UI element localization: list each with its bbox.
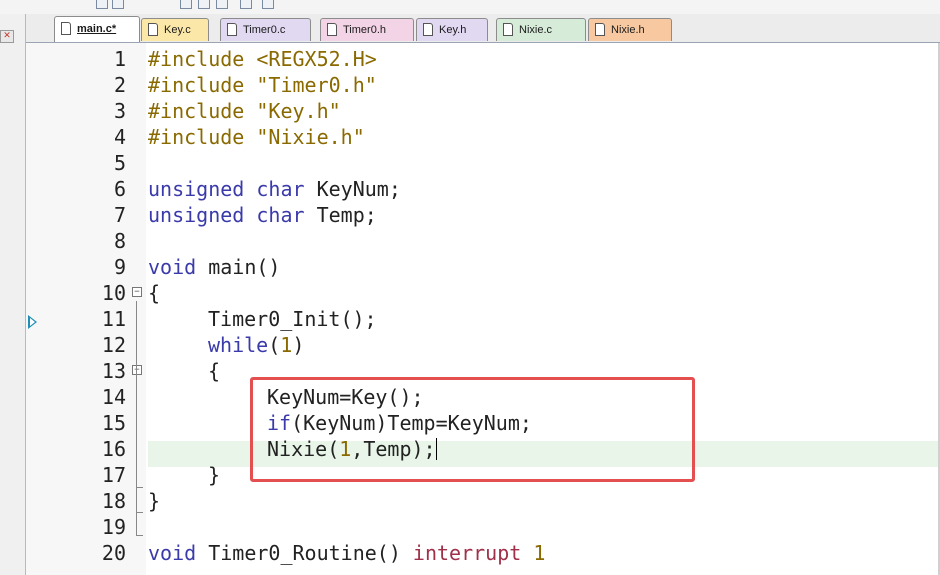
code-line[interactable]: 10 − { bbox=[26, 280, 940, 306]
fold-toggle-icon[interactable]: − bbox=[132, 287, 142, 297]
dropdown-icon[interactable] bbox=[96, 0, 108, 9]
file-icon bbox=[503, 23, 513, 36]
code-text: #include "Key.h" bbox=[148, 99, 341, 123]
code-text: #include "Timer0.h" bbox=[148, 73, 377, 97]
line-number: 17 bbox=[101, 463, 126, 487]
line-number: 1 bbox=[113, 47, 126, 71]
diamond-icon[interactable] bbox=[216, 0, 228, 9]
code-text: { bbox=[208, 359, 221, 383]
line-number: 7 bbox=[113, 203, 126, 227]
code-text: unsigned char Temp; bbox=[148, 203, 377, 227]
line-number: 10 bbox=[101, 281, 126, 305]
code-text: Timer0_Init(); bbox=[208, 307, 377, 331]
tab-main-c[interactable]: main.c* bbox=[54, 16, 140, 42]
line-number: 6 bbox=[113, 177, 126, 201]
code-line[interactable]: 8 bbox=[26, 228, 940, 254]
code-text: #include <REGX52.H> bbox=[148, 47, 377, 71]
tab-label: Timer0.c bbox=[243, 24, 286, 36]
fold-guide-end bbox=[136, 487, 143, 488]
tab-label: Key.c bbox=[164, 24, 191, 36]
tool-icon[interactable] bbox=[112, 0, 124, 9]
file-icon bbox=[227, 23, 237, 36]
code-text: { bbox=[148, 281, 161, 305]
tab-key-c[interactable]: Key.c bbox=[141, 18, 209, 41]
line-number: 3 bbox=[113, 99, 126, 123]
copy-icon[interactable] bbox=[198, 0, 210, 9]
code-text: #include "Nixie.h" bbox=[148, 125, 365, 149]
tab-nixie-c[interactable]: Nixie.c bbox=[496, 18, 586, 41]
line-number: 14 bbox=[101, 385, 126, 409]
tab-label: Timer0.h bbox=[343, 24, 386, 36]
code-line[interactable]: 19 bbox=[26, 514, 940, 540]
file-icon bbox=[148, 23, 158, 36]
tab-timer0-h[interactable]: Timer0.h bbox=[320, 18, 414, 41]
line-number: 2 bbox=[113, 73, 126, 97]
code-line[interactable]: 12 while(1) bbox=[26, 332, 940, 358]
toolbar bbox=[0, 0, 940, 15]
tab-label: Key.h bbox=[439, 24, 467, 36]
line-number: 5 bbox=[113, 151, 126, 175]
fold-guide-end bbox=[136, 535, 143, 536]
code-line[interactable]: 11 Timer0_Init(); bbox=[26, 306, 940, 332]
file-tab-bar: main.c* Key.c Timer0.c Timer0.h Key.h Ni… bbox=[26, 14, 940, 43]
line-number: 16 bbox=[101, 437, 126, 461]
code-editor[interactable]: 1 #include <REGX52.H> 2 #include "Timer0… bbox=[26, 43, 940, 575]
code-text: } bbox=[148, 489, 161, 513]
code-text: void Timer0_Routine() interrupt 1 bbox=[148, 541, 546, 565]
tab-label: main.c* bbox=[77, 23, 117, 35]
close-icon[interactable]: ✕ bbox=[0, 30, 14, 43]
line-number: 12 bbox=[101, 333, 126, 357]
fold-guide-end bbox=[136, 512, 143, 513]
tab-label: Nixie.h bbox=[611, 24, 645, 36]
code-text: while(1) bbox=[208, 333, 305, 357]
project-panel: ✕ bbox=[0, 14, 26, 575]
code-line[interactable]: 18 } bbox=[26, 488, 940, 514]
annotation-highlight-box bbox=[250, 377, 695, 482]
line-number: 11 bbox=[101, 307, 126, 331]
code-line[interactable]: 20 void Timer0_Routine() interrupt 1 bbox=[26, 540, 940, 566]
line-number: 8 bbox=[113, 229, 126, 253]
tab-timer0-c[interactable]: Timer0.c bbox=[220, 18, 311, 41]
file-icon bbox=[61, 22, 71, 35]
code-line[interactable]: 1 #include <REGX52.H> bbox=[26, 46, 940, 72]
code-text: unsigned char KeyNum; bbox=[148, 177, 401, 201]
tab-nixie-h[interactable]: Nixie.h bbox=[588, 18, 672, 41]
code-line[interactable]: 5 bbox=[26, 150, 940, 176]
code-line[interactable]: 2 #include "Timer0.h" bbox=[26, 72, 940, 98]
line-number: 9 bbox=[113, 255, 126, 279]
file-icon bbox=[327, 23, 337, 36]
code-line[interactable]: 3 #include "Key.h" bbox=[26, 98, 940, 124]
file-icon bbox=[423, 23, 433, 36]
code-line[interactable]: 7 unsigned char Temp; bbox=[26, 202, 940, 228]
line-number: 20 bbox=[101, 541, 126, 565]
tab-key-h[interactable]: Key.h bbox=[416, 18, 488, 41]
code-text: } bbox=[208, 463, 221, 487]
line-number: 18 bbox=[101, 489, 126, 513]
build-icon[interactable] bbox=[180, 0, 192, 9]
file-icon bbox=[595, 23, 605, 36]
debug-icon[interactable] bbox=[262, 0, 274, 9]
code-line[interactable]: 4 #include "Nixie.h" bbox=[26, 124, 940, 150]
line-number: 19 bbox=[101, 515, 126, 539]
code-text: void main() bbox=[148, 255, 281, 279]
arrow-icon[interactable] bbox=[240, 0, 252, 9]
fold-guide bbox=[136, 301, 137, 513]
line-number: 4 bbox=[113, 125, 126, 149]
line-number: 15 bbox=[101, 411, 126, 435]
fold-toggle-icon[interactable]: − bbox=[132, 365, 142, 375]
fold-guide bbox=[136, 513, 137, 535]
line-number: 13 bbox=[101, 359, 126, 383]
tab-label: Nixie.c bbox=[519, 24, 553, 36]
code-line[interactable]: 6 unsigned char KeyNum; bbox=[26, 176, 940, 202]
code-line[interactable]: 9 void main() bbox=[26, 254, 940, 280]
